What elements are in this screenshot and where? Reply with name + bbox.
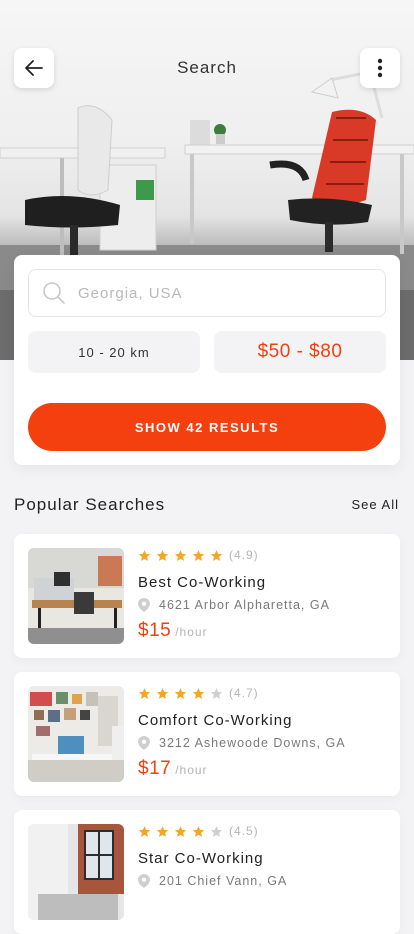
page-title: Search <box>177 58 237 77</box>
rating-value: (4.9) <box>229 548 259 562</box>
star-icon <box>156 687 169 699</box>
listing-card[interactable]: (4.5) Star Co-Working 201 Chief Vann, GA <box>14 810 400 934</box>
distance-filter[interactable]: 10 - 20 km <box>28 331 200 373</box>
star-icon <box>192 825 205 837</box>
price-row: $15 /hour <box>138 620 208 642</box>
address-text: 201 Chief Vann, GA <box>159 874 288 888</box>
rating-value: (4.5) <box>229 824 259 838</box>
star-icon <box>174 687 187 699</box>
star-icon <box>210 687 223 699</box>
listing-thumbnail <box>28 548 124 644</box>
star-icon <box>156 825 169 837</box>
listing-address: 4621 Arbor Alpharetta, GA <box>138 598 330 612</box>
show-results-button[interactable]: SHOW 42 RESULTS <box>28 403 386 451</box>
see-all-link[interactable]: See All <box>352 497 399 512</box>
price-unit: /hour <box>175 625 208 639</box>
star-icon <box>210 825 223 837</box>
listing-name: Star Co-Working <box>138 850 264 867</box>
listing-thumbnail <box>28 824 124 920</box>
listing-address: 3212 Ashewoode Downs, GA <box>138 736 346 750</box>
search-panel: 10 - 20 km $50 - $80 SHOW 42 RESULTS <box>14 255 400 465</box>
listing-name: Comfort Co-Working <box>138 712 293 729</box>
star-icon <box>138 549 151 561</box>
price-filter[interactable]: $50 - $80 <box>214 331 386 373</box>
star-icon <box>210 549 223 561</box>
listing-address: 201 Chief Vann, GA <box>138 874 287 888</box>
rating-value: (4.7) <box>229 686 259 700</box>
more-vertical-icon <box>377 58 383 78</box>
star-icon <box>156 549 169 561</box>
star-icon <box>138 825 151 837</box>
star-rating: (4.9) <box>138 548 259 562</box>
listing-thumbnail <box>28 686 124 782</box>
search-field[interactable] <box>28 269 386 317</box>
section-title: Popular Searches <box>14 495 166 514</box>
price-row: $17 /hour <box>138 758 208 780</box>
listing-card[interactable]: (4.7) Comfort Co-Working 3212 Ashewoode … <box>14 672 400 796</box>
search-icon <box>43 282 65 304</box>
star-icon <box>192 687 205 699</box>
price-value: $17 <box>138 758 172 779</box>
price-value: $15 <box>138 620 172 641</box>
listing-card[interactable]: (4.9) Best Co-Working 4621 Arbor Alphare… <box>14 534 400 658</box>
address-text: 3212 Ashewoode Downs, GA <box>159 736 346 750</box>
star-icon <box>174 825 187 837</box>
star-icon <box>174 549 187 561</box>
price-unit: /hour <box>175 763 208 777</box>
star-icon <box>192 549 205 561</box>
address-text: 4621 Arbor Alpharetta, GA <box>159 598 330 612</box>
map-pin-icon <box>138 598 150 612</box>
listing-name: Best Co-Working <box>138 574 267 591</box>
more-options-button[interactable] <box>360 48 400 88</box>
star-rating: (4.7) <box>138 686 259 700</box>
map-pin-icon <box>138 874 150 888</box>
star-rating: (4.5) <box>138 824 259 838</box>
star-icon <box>138 687 151 699</box>
search-input[interactable] <box>76 283 370 303</box>
map-pin-icon <box>138 736 150 750</box>
